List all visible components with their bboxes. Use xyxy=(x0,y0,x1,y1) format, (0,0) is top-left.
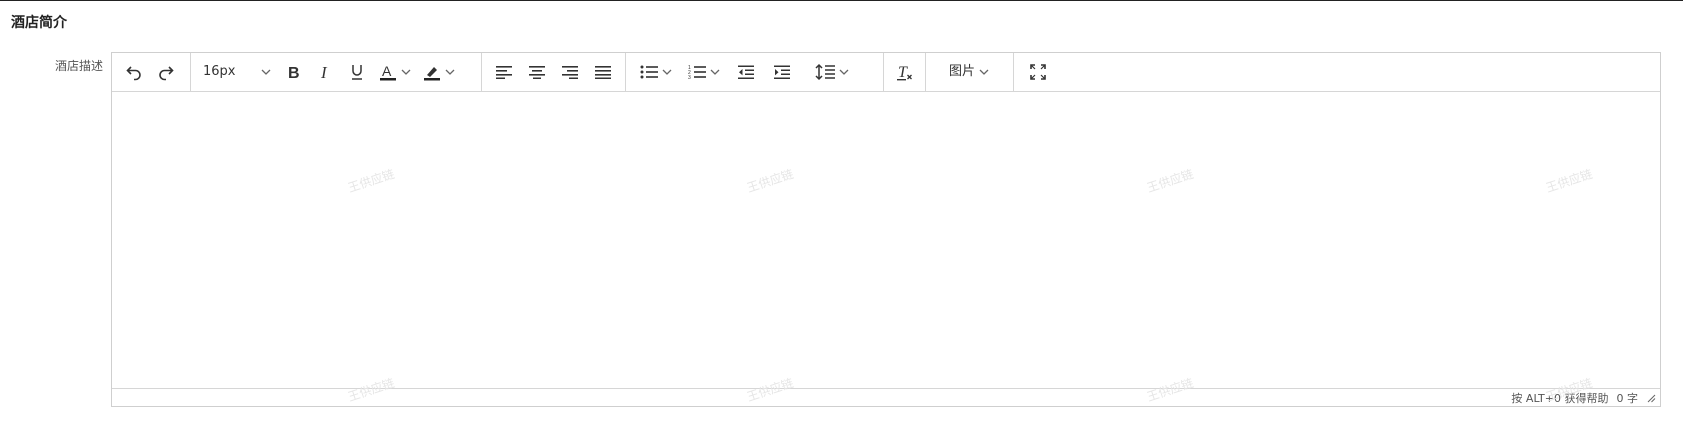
align-right-icon xyxy=(561,66,578,79)
indent-icon xyxy=(774,65,790,79)
image-dropdown-button[interactable]: 图片 xyxy=(932,58,1006,86)
italic-button[interactable]: I xyxy=(309,58,341,86)
rich-text-editor: 16px B I A 1 2 3 T 图片 按 ALT+0 获得帮助 0 字 xyxy=(111,52,1661,407)
chevron-down-icon xyxy=(445,69,455,75)
field-label-hotel-description: 酒店描述 xyxy=(55,59,104,73)
align-justify-button[interactable] xyxy=(586,58,619,86)
chevron-down-icon xyxy=(662,69,672,75)
font-color-button[interactable]: A xyxy=(373,58,417,86)
undo-button[interactable] xyxy=(118,58,150,86)
svg-text:I: I xyxy=(320,64,328,80)
align-right-button[interactable] xyxy=(554,58,587,86)
insert-group: 图片 xyxy=(926,53,1014,91)
svg-text:A: A xyxy=(382,63,392,79)
chevron-down-icon xyxy=(839,69,849,75)
redo-button[interactable] xyxy=(150,58,182,86)
line-height-button[interactable] xyxy=(800,58,864,86)
align-justify-icon xyxy=(594,66,611,79)
outdent-button[interactable] xyxy=(728,58,764,86)
history-group xyxy=(112,53,191,91)
resize-handle-icon[interactable] xyxy=(1646,393,1656,403)
clear-format-group: T xyxy=(884,53,926,91)
underline-button[interactable] xyxy=(341,58,373,86)
clear-format-button[interactable]: T xyxy=(889,58,920,86)
bold-button[interactable]: B xyxy=(277,58,309,86)
format-group: 16px B I A xyxy=(191,53,482,91)
align-group xyxy=(482,53,626,91)
highlight-icon xyxy=(424,67,440,81)
indent-button[interactable] xyxy=(764,58,800,86)
numbered-list-button[interactable]: 123 xyxy=(680,58,728,86)
numbered-list-icon: 123 xyxy=(688,65,706,80)
editor-content-area[interactable] xyxy=(112,93,1660,388)
help-hint: 按 ALT+0 获得帮助 xyxy=(1511,391,1609,405)
font-size-value: 16px xyxy=(203,64,236,79)
font-size-select[interactable]: 16px xyxy=(197,58,277,86)
editor-toolbar: 16px B I A 1 2 3 T 图片 xyxy=(112,53,1660,92)
font-color-icon: A xyxy=(380,63,396,81)
fullscreen-button[interactable] xyxy=(1022,58,1054,86)
image-label: 图片 xyxy=(948,64,975,79)
editor-statusbar: 按 ALT+0 获得帮助 0 字 xyxy=(112,388,1660,406)
svg-text:3: 3 xyxy=(688,75,691,80)
word-count: 0 字 xyxy=(1616,391,1639,405)
bold-icon: B xyxy=(288,65,300,80)
view-group xyxy=(1014,53,1062,91)
top-divider xyxy=(0,0,1683,1)
highlight-color-button[interactable] xyxy=(417,58,461,86)
chevron-down-icon xyxy=(261,69,271,75)
svg-text:T: T xyxy=(898,64,908,81)
align-left-button[interactable] xyxy=(488,58,521,86)
undo-icon xyxy=(126,66,141,81)
svg-text:B: B xyxy=(288,65,300,80)
bullet-list-icon xyxy=(640,65,658,79)
italic-icon: I xyxy=(320,64,328,80)
chevron-down-icon xyxy=(979,69,989,75)
align-center-icon xyxy=(529,66,546,79)
line-height-icon xyxy=(815,63,835,81)
chevron-down-icon xyxy=(401,69,411,75)
chevron-down-icon xyxy=(710,69,720,75)
list-group: 123 xyxy=(626,53,884,91)
fullscreen-icon xyxy=(1030,64,1046,80)
bullet-list-button[interactable] xyxy=(632,58,680,86)
align-left-icon xyxy=(496,66,513,79)
align-center-button[interactable] xyxy=(521,58,554,86)
clear-format-icon: T xyxy=(896,64,912,81)
outdent-icon xyxy=(738,65,754,79)
section-title: 酒店简介 xyxy=(11,15,67,31)
redo-icon xyxy=(159,66,174,81)
underline-icon xyxy=(352,65,362,80)
